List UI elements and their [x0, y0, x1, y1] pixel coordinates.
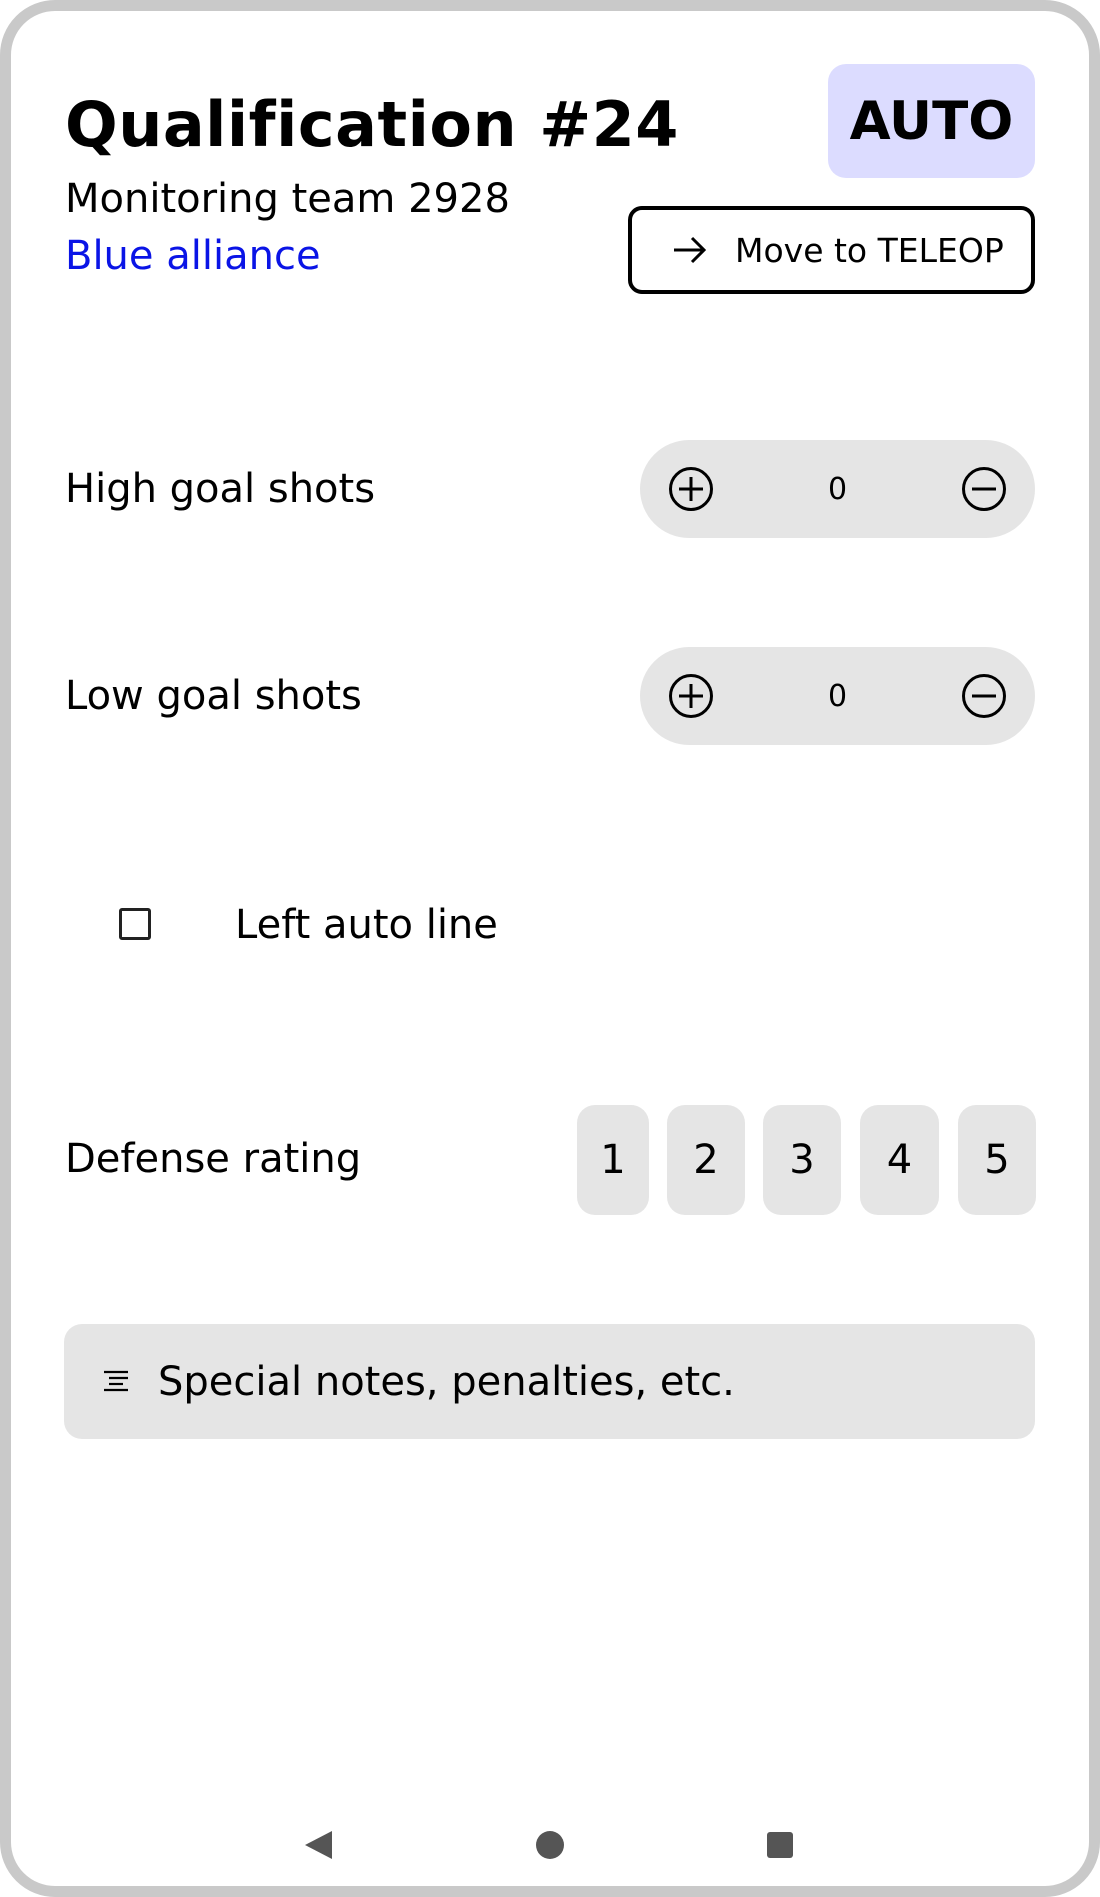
text-lines-icon: [104, 1370, 128, 1391]
low-goal-label: Low goal shots: [65, 673, 362, 719]
move-to-teleop-button[interactable]: Move to TELEOP: [628, 206, 1035, 294]
notes-placeholder: Special notes, penalties, etc.: [158, 1358, 735, 1405]
page-title: Qualification #24: [65, 88, 679, 161]
defense-rating-label: Defense rating: [65, 1136, 362, 1182]
left-auto-line-label: Left auto line: [235, 902, 498, 948]
alliance-label: Blue alliance: [65, 233, 321, 279]
low-goal-counter: 0: [640, 647, 1035, 745]
defense-rating-option-3[interactable]: 3: [763, 1105, 841, 1215]
high-goal-counter: 0: [640, 440, 1035, 538]
high-goal-label: High goal shots: [65, 466, 376, 512]
left-auto-line-checkbox[interactable]: [119, 908, 151, 940]
mode-badge-label: AUTO: [849, 90, 1014, 152]
minus-circle-icon[interactable]: [961, 673, 1007, 719]
defense-rating-option-4[interactable]: 4: [860, 1105, 939, 1215]
mode-badge: AUTO: [828, 64, 1035, 178]
move-to-teleop-label: Move to TELEOP: [735, 230, 1004, 270]
high-goal-value: 0: [827, 471, 848, 507]
defense-rating-option-5[interactable]: 5: [958, 1105, 1036, 1215]
defense-rating-option-1[interactable]: 1: [577, 1105, 649, 1215]
square-recents-icon[interactable]: [764, 1829, 796, 1861]
circle-home-icon[interactable]: [534, 1829, 566, 1861]
defense-rating-option-2[interactable]: 2: [667, 1105, 745, 1215]
minus-circle-icon[interactable]: [961, 466, 1007, 512]
notes-field[interactable]: Special notes, penalties, etc.: [64, 1324, 1035, 1439]
team-subtitle: Monitoring team 2928: [65, 176, 510, 222]
low-goal-value: 0: [827, 678, 848, 714]
arrow-right-icon: [674, 236, 707, 264]
plus-circle-icon[interactable]: [668, 673, 714, 719]
plus-circle-icon[interactable]: [668, 466, 714, 512]
triangle-back-icon[interactable]: [302, 1829, 334, 1861]
